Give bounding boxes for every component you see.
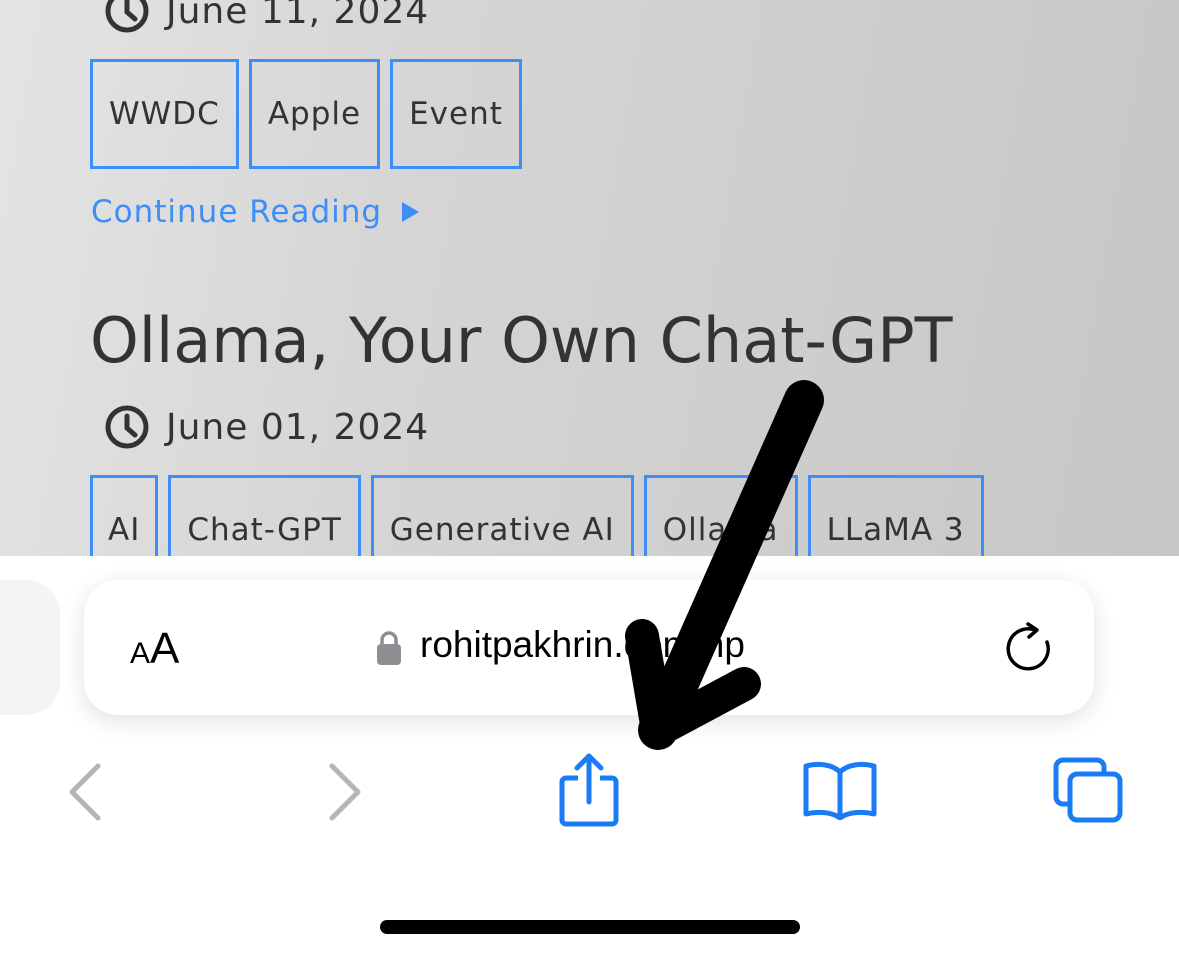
- post-date: June 11, 2024: [104, 0, 429, 34]
- tag-ollama[interactable]: Ollama: [643, 475, 798, 556]
- page-settings-button[interactable]: A A: [130, 624, 179, 674]
- post-title[interactable]: Ollama, Your Own Chat-GPT: [90, 304, 952, 377]
- reload-icon[interactable]: [1002, 620, 1056, 676]
- aa-small-letter: A: [130, 637, 151, 670]
- forward-button[interactable]: [324, 762, 364, 822]
- continue-reading-link[interactable]: Continue Reading: [91, 194, 420, 230]
- url-text[interactable]: rohitpakhrin.com.np: [420, 624, 745, 666]
- continue-reading-label: Continue Reading: [91, 194, 383, 230]
- tag-apple[interactable]: Apple: [248, 59, 381, 169]
- address-bar[interactable]: A A rohitpakhrin.com.np: [84, 580, 1094, 715]
- post-tags: WWDC Apple Event: [90, 59, 532, 169]
- tag-generative-ai[interactable]: Generative AI: [370, 475, 634, 556]
- back-button[interactable]: [66, 762, 106, 822]
- tag-chat-gpt[interactable]: Chat-GPT: [168, 475, 361, 556]
- post-date: June 01, 2024: [104, 404, 429, 450]
- aa-big-letter: A: [150, 624, 180, 673]
- tag-llama-3[interactable]: LLaMA 3: [807, 475, 984, 556]
- previous-tab-preview[interactable]: [0, 580, 60, 715]
- web-page-content: June 11, 2024 WWDC Apple Event Continue …: [0, 0, 1179, 556]
- lock-icon: [377, 631, 401, 665]
- tag-event[interactable]: Event: [390, 59, 522, 169]
- share-icon[interactable]: [558, 752, 620, 828]
- home-indicator: [380, 920, 800, 934]
- bookmarks-icon[interactable]: [802, 760, 878, 820]
- tabs-icon[interactable]: [1052, 756, 1126, 826]
- tag-ai[interactable]: AI: [90, 475, 159, 556]
- post-date-text: June 11, 2024: [166, 0, 430, 32]
- post-date-text: June 01, 2024: [166, 406, 430, 448]
- tag-wwdc[interactable]: WWDC: [90, 59, 239, 169]
- play-arrow-icon: [402, 202, 420, 222]
- clock-icon: [105, 0, 149, 33]
- post-tags: AI Chat-GPT Generative AI Ollama LLaMA 3: [90, 475, 994, 556]
- clock-icon: [105, 405, 149, 449]
